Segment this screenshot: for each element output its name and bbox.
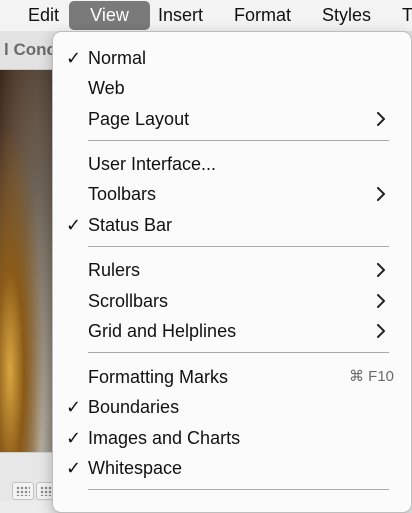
menu-separator <box>88 140 389 141</box>
chevron-right-icon <box>377 324 385 338</box>
menu-item-normal[interactable]: ✓ Normal <box>53 44 411 72</box>
chevron-right-icon <box>377 112 385 126</box>
checkmark-icon: ✓ <box>66 48 82 68</box>
menu-item-label: User Interface... <box>88 154 217 174</box>
menu-item-label: Grid and Helplines <box>88 321 237 341</box>
grid-view-icon[interactable] <box>12 482 34 500</box>
keyboard-shortcut: ⌘ F10 <box>349 368 395 385</box>
chevron-right-icon <box>377 294 385 308</box>
checkmark-icon: ✓ <box>66 458 82 478</box>
menu-item-label: Status Bar <box>88 215 173 235</box>
checkmark-icon: ✓ <box>66 428 82 448</box>
menu-item-label: Toolbars <box>88 184 157 204</box>
menu-item-label: Page Layout <box>88 109 190 129</box>
chevron-right-icon <box>377 263 385 277</box>
menu-item-label: Scrollbars <box>88 291 169 311</box>
checkmark-icon: ✓ <box>66 397 82 417</box>
menu-edit[interactable]: Edit <box>18 0 69 31</box>
menu-item-grid-helplines[interactable]: Grid and Helplines <box>53 317 411 345</box>
menu-separator <box>88 489 389 490</box>
menu-item-boundaries[interactable]: ✓ Boundaries <box>53 393 411 421</box>
menu-item-label: Rulers <box>88 260 141 280</box>
menu-item-label: Whitespace <box>88 458 183 478</box>
menu-item-label: Normal <box>88 48 147 68</box>
menu-view[interactable]: View <box>69 1 150 30</box>
menu-item-scrollbars[interactable]: Scrollbars <box>53 287 411 315</box>
menu-item-label: Web <box>88 78 125 98</box>
menu-separator <box>88 246 389 247</box>
menu-item-status-bar[interactable]: ✓ Status Bar <box>53 211 411 239</box>
menu-truncated[interactable]: T <box>392 0 412 31</box>
menu-styles[interactable]: Styles <box>312 0 381 31</box>
menu-item-web[interactable]: Web <box>53 74 411 102</box>
checkmark-icon: ✓ <box>66 215 82 235</box>
menu-item-formatting-marks[interactable]: Formatting Marks ⌘ F10 <box>53 363 411 391</box>
chevron-right-icon <box>377 187 385 201</box>
menu-item-page-layout[interactable]: Page Layout <box>53 105 411 133</box>
menu-item-label: Images and Charts <box>88 428 241 448</box>
document-image <box>0 70 52 452</box>
menu-bar: Edit View Insert Format Styles T <box>0 0 412 32</box>
menu-item-label: Formatting Marks <box>88 367 229 387</box>
menu-item-rulers[interactable]: Rulers <box>53 256 411 284</box>
menu-insert[interactable]: Insert <box>148 0 213 31</box>
menu-separator <box>88 352 389 353</box>
view-menu-dropdown: ✓ Normal Web Page Layout User Interface.… <box>52 31 412 513</box>
menu-format[interactable]: Format <box>224 0 301 31</box>
menu-item-user-interface[interactable]: User Interface... <box>53 150 411 178</box>
menu-item-toolbars[interactable]: Toolbars <box>53 180 411 208</box>
menu-item-whitespace[interactable]: ✓ Whitespace <box>53 454 411 482</box>
menu-item-images-charts[interactable]: ✓ Images and Charts <box>53 424 411 452</box>
menu-item-label: Boundaries <box>88 397 180 417</box>
